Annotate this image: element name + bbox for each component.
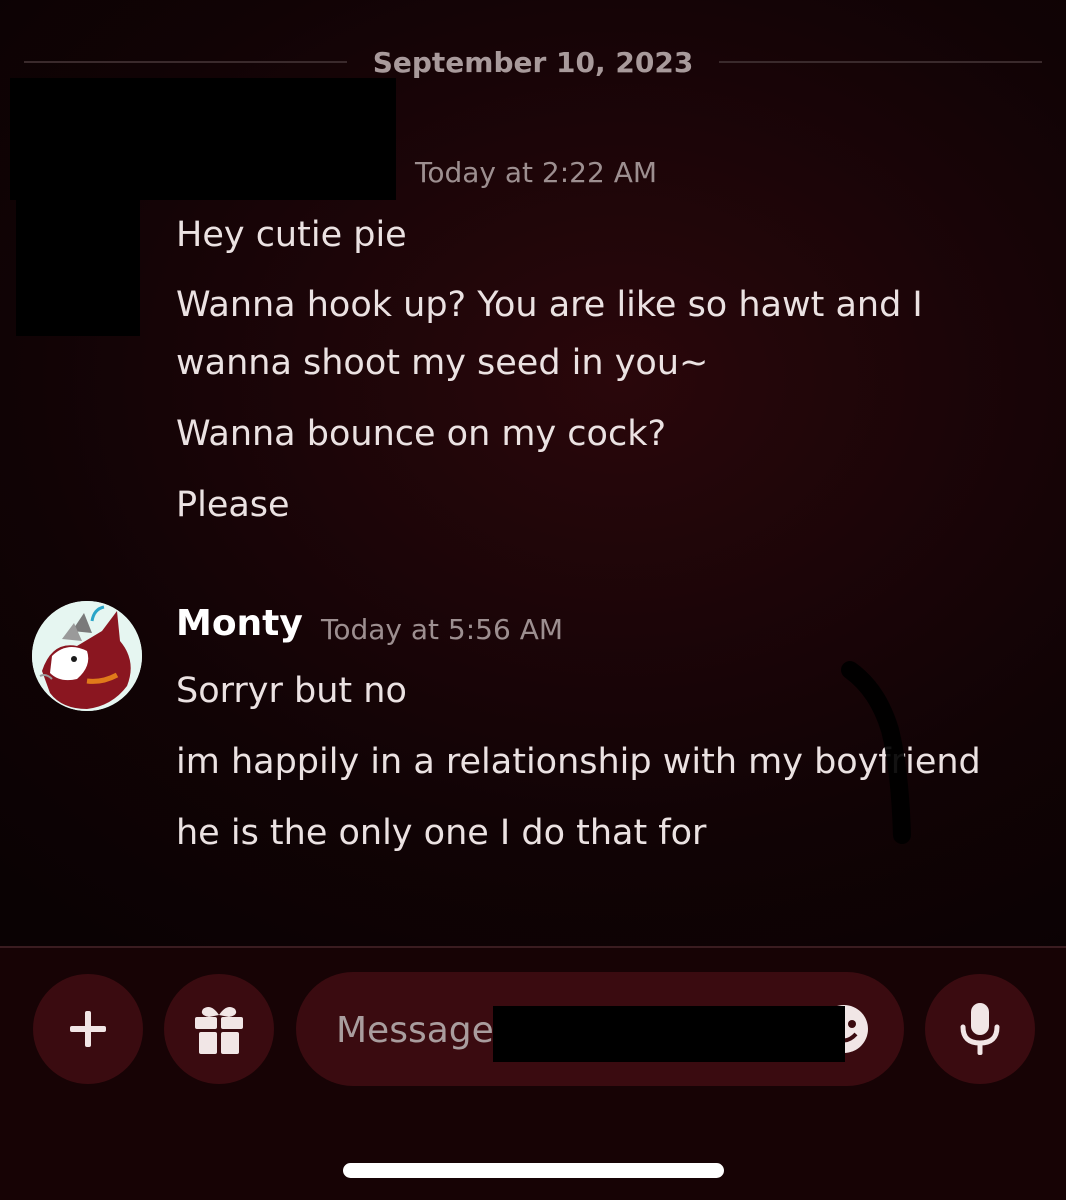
scribble-mark	[841, 661, 911, 844]
date-divider-label: September 10, 2023	[372, 45, 694, 79]
redacted-message-draft	[493, 1006, 845, 1062]
microphone-icon	[960, 1003, 1000, 1055]
message-text: Please	[176, 485, 290, 525]
divider-line-left	[24, 61, 347, 63]
message-timestamp: Today at 5:56 AM	[321, 613, 564, 646]
message-field[interactable]	[296, 972, 904, 1088]
username[interactable]: Monty	[176, 603, 303, 644]
fox-avatar-icon	[32, 601, 142, 711]
gift-button[interactable]	[164, 974, 274, 1084]
chat-messages: September 10, 2023 Today at 2:22 AM Hey …	[0, 0, 1066, 946]
redacted-author-avatar	[16, 196, 140, 336]
message-text: Hey cutie pie	[176, 215, 407, 255]
plus-icon	[70, 1011, 106, 1047]
redacted-author-name	[10, 78, 396, 200]
divider-line-right	[719, 61, 1042, 63]
gift-icon	[195, 1007, 243, 1054]
message-composer	[0, 946, 1066, 1200]
message-timestamp: Today at 2:22 AM	[415, 156, 658, 189]
avatar[interactable]	[32, 601, 142, 711]
message-text: Wanna bounce on my cock?	[176, 414, 667, 454]
home-indicator[interactable]	[343, 1163, 724, 1178]
message-text: Wanna hook up? You are like so hawt and …	[176, 285, 923, 383]
add-button[interactable]	[33, 974, 143, 1084]
voice-message-button[interactable]	[925, 974, 1035, 1084]
